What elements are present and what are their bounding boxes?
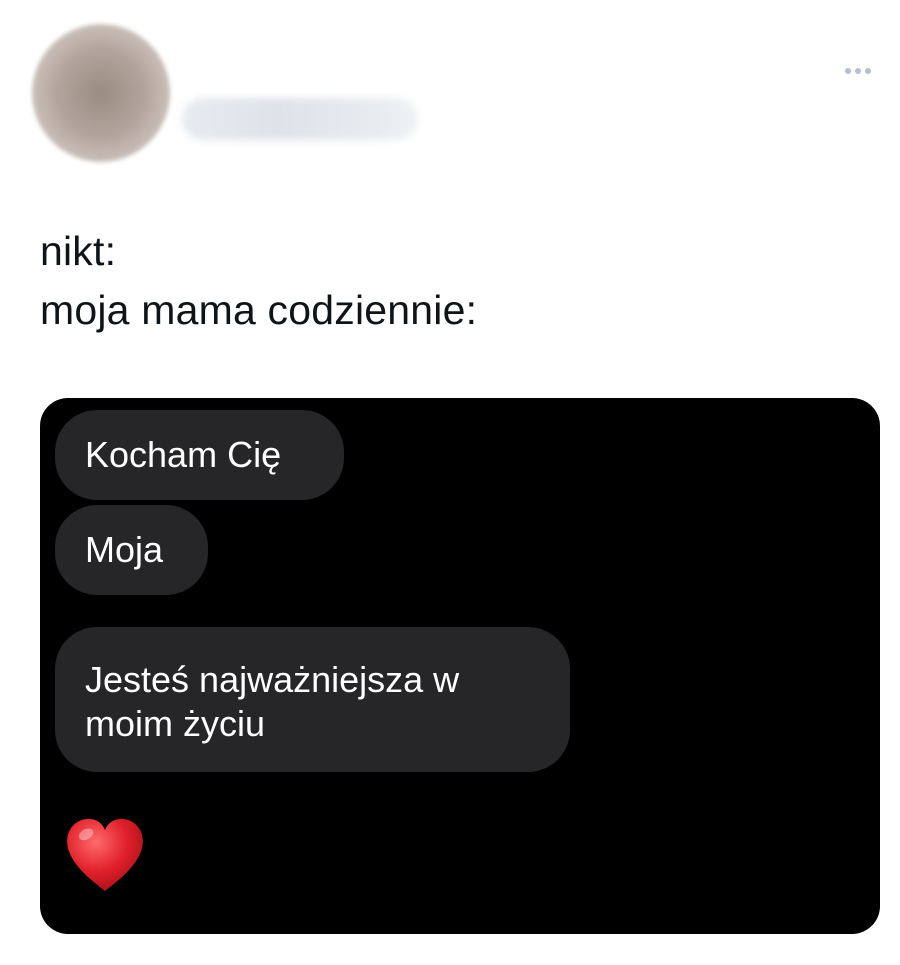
avatar[interactable] — [32, 24, 170, 162]
tweet-line-1: nikt: — [40, 228, 117, 274]
message-text-line-1: Jesteś najważniejsza w — [85, 658, 460, 700]
more-options-icon[interactable] — [836, 58, 880, 84]
message-text-line-2: moim życiu — [85, 702, 266, 744]
dot — [845, 68, 851, 74]
tweet-media-image[interactable]: Kocham Cię Moja Jesteś najważniejsza w m… — [40, 398, 880, 934]
dot — [855, 68, 861, 74]
message-text: Kocham Cię — [85, 434, 282, 475]
message-bubble: Kocham Cię — [55, 410, 344, 500]
blurred-username[interactable] — [182, 98, 418, 140]
message-bubble: Jesteś najważniejsza w moim życiu — [55, 627, 570, 772]
red-heart-icon — [67, 818, 143, 892]
message-bubble: Moja — [55, 505, 208, 595]
tweet-line-2: moja mama codziennie: — [40, 287, 478, 333]
tweet-text: nikt: moja mama codziennie: — [40, 222, 860, 340]
message-text: Moja — [85, 529, 164, 570]
dot — [865, 68, 871, 74]
